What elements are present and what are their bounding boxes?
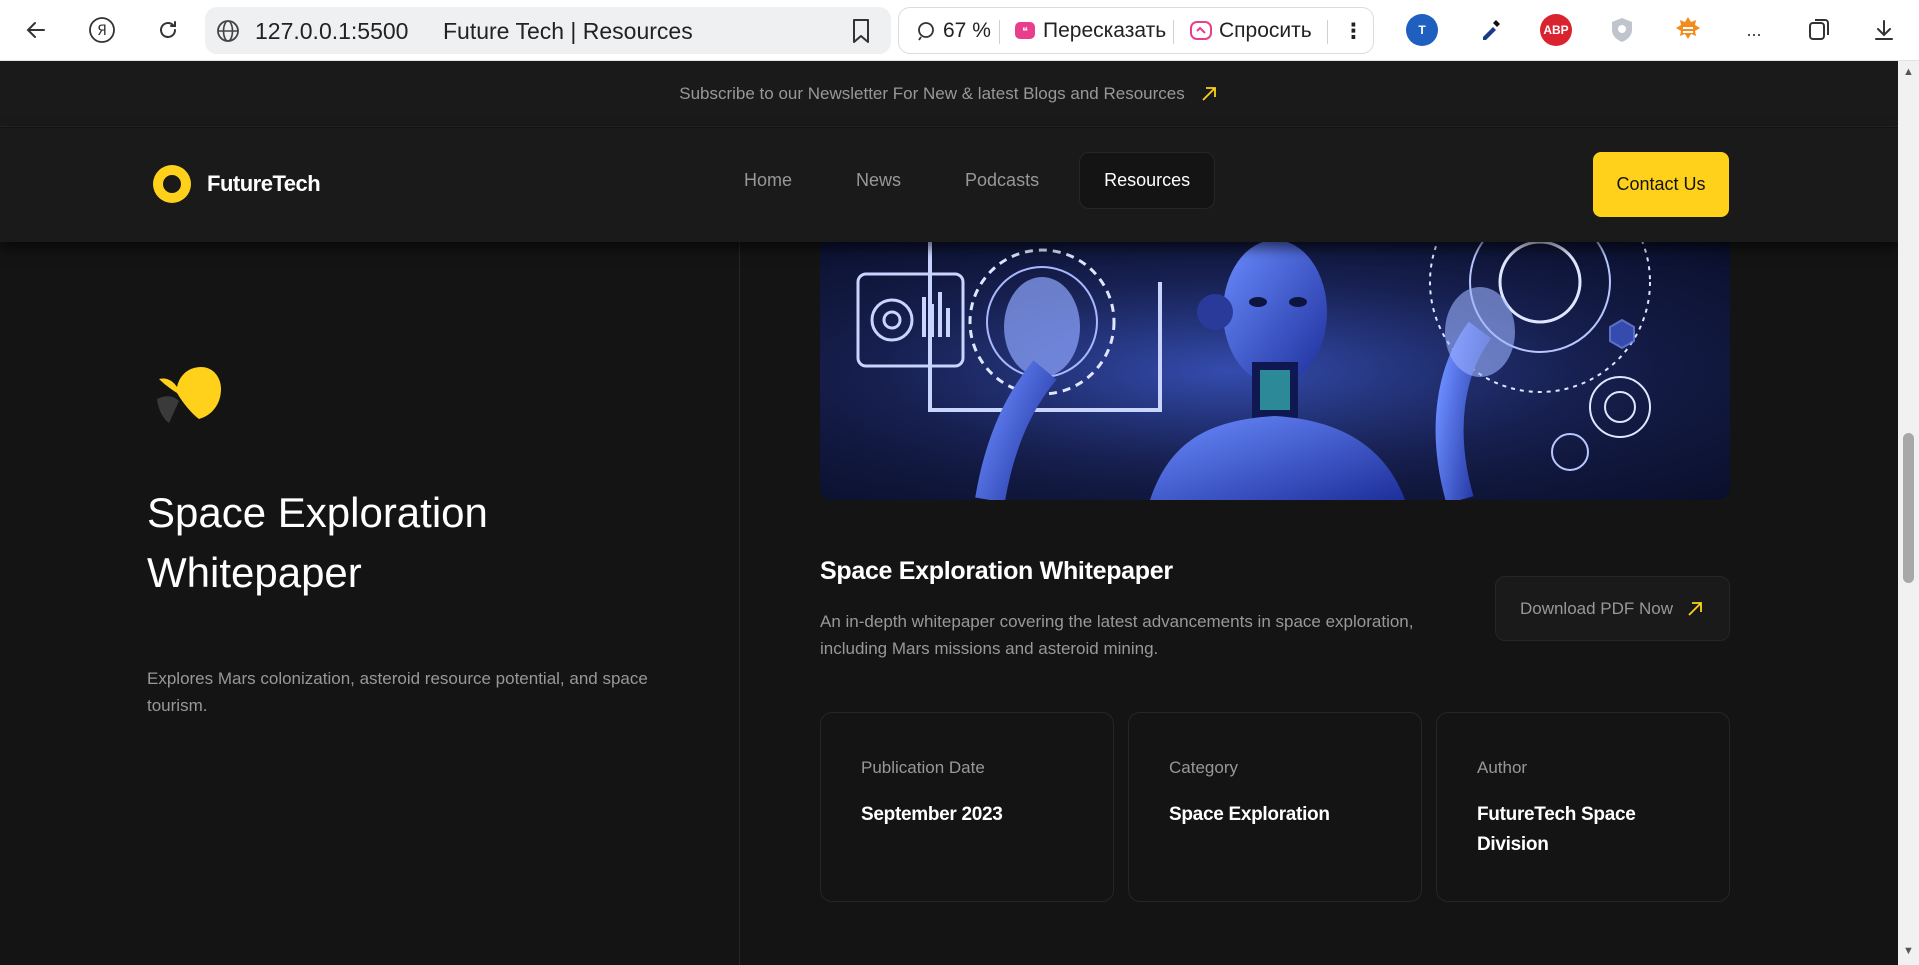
svg-text:Я: Я <box>97 23 107 39</box>
arrow-up-right-icon <box>1202 86 1216 101</box>
meta-label: Author <box>1477 758 1528 777</box>
retell-icon: ❝ <box>1015 22 1035 39</box>
bookmark-icon[interactable] <box>849 17 873 45</box>
meta-card-author: Author FutureTech Space Division <box>1436 712 1730 902</box>
download-icon[interactable] <box>1866 12 1902 48</box>
ask-icon <box>1190 21 1212 40</box>
adblock-extension-icon[interactable]: ABP <box>1540 14 1572 46</box>
meta-card-category: Category Space Exploration <box>1128 712 1422 902</box>
divider <box>1327 20 1328 44</box>
site-header: FutureTech Home News Podcasts Resources … <box>0 128 1898 242</box>
ask-button[interactable]: Спросить <box>1189 19 1312 43</box>
yandex-icon[interactable]: Я <box>84 12 120 48</box>
contact-us-button[interactable]: Contact Us <box>1593 152 1729 217</box>
nav-podcasts[interactable]: Podcasts <box>941 152 1063 209</box>
zoom-value: 67 % <box>943 19 991 42</box>
resource-description: An in-depth whitepaper covering the late… <box>820 612 1414 658</box>
scroll-up-icon[interactable]: ▲ <box>1903 66 1914 78</box>
adblock-label: ABP <box>1543 23 1569 37</box>
translate-extension-icon[interactable]: T <box>1406 14 1438 46</box>
brand-logo[interactable]: FutureTech <box>147 159 321 209</box>
page-scrollbar[interactable]: ▲ ▼ <box>1898 61 1919 965</box>
resource-title: Space Exploration Whitepaper <box>820 557 1173 585</box>
back-icon[interactable] <box>18 12 54 48</box>
scroll-down-icon[interactable]: ▼ <box>1903 945 1914 957</box>
page-viewport: Subscribe to our Newsletter For New & la… <box>0 61 1898 965</box>
space-category-icon <box>157 367 221 423</box>
retell-label: Пересказать <box>1043 19 1167 42</box>
kebab-menu-icon[interactable]: ⋮ <box>1343 19 1364 44</box>
nav-home[interactable]: Home <box>720 152 816 209</box>
globe-icon <box>217 20 239 42</box>
arrow-up-right-icon <box>1688 601 1702 616</box>
sun-extension-icon[interactable] <box>1672 14 1704 46</box>
brand-name: FutureTech <box>207 171 321 196</box>
resource-sidebar: Space Exploration Whitepaper Explores Ma… <box>0 242 740 965</box>
retell-button[interactable]: ❝ Пересказать <box>1013 19 1166 43</box>
nav-news[interactable]: News <box>832 152 925 209</box>
zoom-icon <box>918 22 934 41</box>
eyedropper-extension-icon[interactable] <box>1474 14 1506 46</box>
download-pdf-button[interactable]: Download PDF Now <box>1495 576 1730 641</box>
page-title-text: Future Tech | Resources <box>443 18 693 44</box>
ai-toolbar: 67 % ❝ Пересказать Спросить ⋮ <box>898 7 1374 54</box>
robot-illustration <box>820 242 1730 500</box>
meta-value: Space Exploration <box>1169 804 1330 825</box>
divider <box>999 20 1000 44</box>
nav-resources[interactable]: Resources <box>1079 152 1216 209</box>
download-pdf-label: Download PDF Now <box>1519 598 1674 618</box>
more-label: ... <box>1746 19 1762 40</box>
meta-label: Publication Date <box>861 758 985 777</box>
meta-value: September 2023 <box>861 804 1003 825</box>
hero-image <box>820 242 1730 500</box>
scrollbar-thumb[interactable] <box>1903 433 1914 583</box>
meta-card-publication-date: Publication Date September 2023 <box>820 712 1114 902</box>
browser-toolbar: Я 127.0.0.1:5500 Future Tech | Resources… <box>0 0 1919 61</box>
collections-icon[interactable] <box>1801 12 1837 48</box>
reload-icon[interactable] <box>150 12 186 48</box>
zoom-indicator[interactable]: 67 % <box>915 19 991 43</box>
main-nav: Home News Podcasts Resources <box>720 152 1231 209</box>
address-bar[interactable]: 127.0.0.1:5500 Future Tech | Resources <box>205 7 891 54</box>
newsletter-text: Subscribe to our Newsletter For New & la… <box>679 83 1185 103</box>
divider <box>1173 20 1174 44</box>
newsletter-strip[interactable]: Subscribe to our Newsletter For New & la… <box>0 61 1898 127</box>
svg-text:❝: ❝ <box>1022 25 1028 38</box>
meta-label: Category <box>1169 758 1238 777</box>
more-extensions-icon[interactable]: ... <box>1736 12 1772 48</box>
sidebar-description: Explores Mars colonization, asteroid res… <box>147 669 648 715</box>
meta-value: FutureTech Space Division <box>1477 804 1636 855</box>
url-text: 127.0.0.1:5500 <box>255 18 409 44</box>
sidebar-title: Space Exploration Whitepaper <box>147 489 488 596</box>
shield-extension-icon[interactable] <box>1606 14 1638 46</box>
ask-label: Спросить <box>1219 19 1312 42</box>
futuretech-logo-icon <box>153 165 191 203</box>
